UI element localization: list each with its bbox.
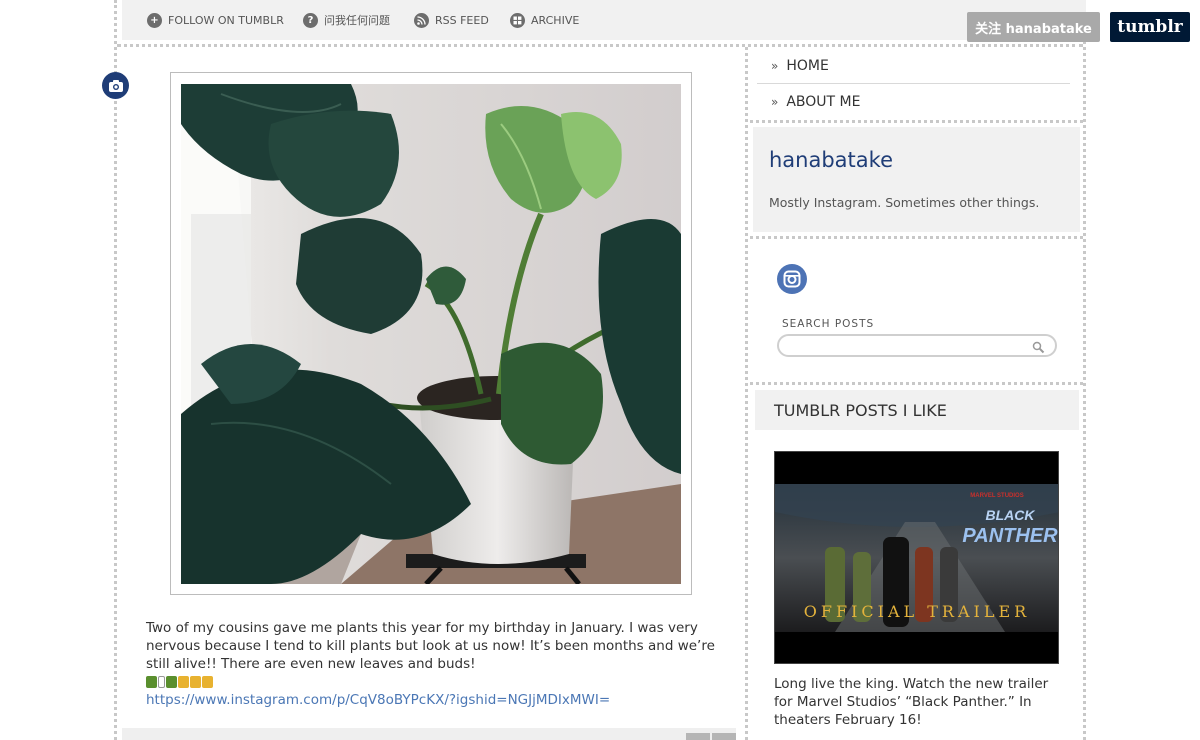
archive-link[interactable]: ARCHIVE bbox=[510, 12, 579, 28]
search-icon[interactable] bbox=[1032, 339, 1045, 358]
blog-info-panel bbox=[753, 127, 1080, 232]
crossed-fingers-emoji-icon bbox=[190, 676, 201, 688]
rss-icon bbox=[414, 12, 429, 28]
top-navigation: + FOLLOW ON TUMBLR ? 问我任何问题 RSS FEED ARC… bbox=[122, 0, 1086, 40]
sidebar-divider bbox=[750, 120, 1083, 123]
sidebar-item-about-me[interactable]: » ABOUT ME bbox=[757, 84, 1070, 120]
camera-icon[interactable] bbox=[102, 72, 129, 99]
instagram-post-link[interactable]: https://www.instagram.com/p/CqV8oBYPcKX/… bbox=[146, 692, 610, 708]
follow-blog-button[interactable]: 关注 hanabatake bbox=[967, 12, 1100, 42]
crossed-fingers-emoji-icon bbox=[178, 676, 189, 688]
ask-me-label: 问我任何问题 bbox=[324, 14, 390, 27]
ask-me-link[interactable]: ? 问我任何问题 bbox=[303, 12, 390, 28]
follow-on-tumblr-label: FOLLOW ON TUMBLR bbox=[168, 13, 284, 27]
plus-circle-icon: + bbox=[147, 12, 162, 28]
missing-glyph-icon bbox=[158, 676, 165, 688]
sidebar-divider bbox=[750, 236, 1083, 239]
crossed-fingers-emoji-icon bbox=[202, 676, 213, 688]
blog-title[interactable]: hanabatake bbox=[769, 148, 893, 172]
caption-text: Two of my cousins gave me plants this ye… bbox=[146, 620, 715, 672]
post-photo[interactable] bbox=[181, 84, 681, 584]
column-divider bbox=[745, 47, 748, 740]
post-caption: Two of my cousins gave me plants this ye… bbox=[146, 619, 721, 709]
search-input[interactable] bbox=[787, 337, 1027, 357]
archive-label: ARCHIVE bbox=[531, 13, 580, 27]
search-box bbox=[777, 334, 1057, 357]
liked-post-description: Long live the king. Watch the new traile… bbox=[774, 676, 1049, 728]
instagram-icon[interactable] bbox=[777, 264, 807, 294]
question-circle-icon: ? bbox=[303, 12, 318, 28]
photo-frame bbox=[170, 72, 692, 595]
double-chevron-right-icon: » bbox=[771, 58, 779, 73]
reblog-button[interactable] bbox=[686, 733, 710, 740]
like-button[interactable] bbox=[712, 733, 736, 740]
tumblr-logo-button[interactable]: tumblr bbox=[1110, 12, 1190, 42]
sidebar-item-label: ABOUT ME bbox=[786, 94, 861, 110]
emoji-row bbox=[146, 673, 721, 691]
sidebar-divider bbox=[750, 382, 1083, 385]
blog-description: Mostly Instagram. Sometimes other things… bbox=[769, 195, 1040, 210]
video-banner-text: OFFICIAL TRAILER bbox=[804, 602, 1030, 621]
video-title-line2: PANTHER bbox=[962, 525, 1058, 547]
marvel-studios-logo: MARVEL STUDIOS bbox=[970, 493, 1023, 499]
potted-plant-emoji-icon bbox=[166, 676, 177, 688]
rss-feed-link[interactable]: RSS FEED bbox=[414, 12, 489, 28]
double-chevron-right-icon: » bbox=[771, 95, 779, 109]
rss-feed-label: RSS FEED bbox=[435, 13, 489, 27]
sidebar-item-home[interactable]: » HOME bbox=[757, 48, 1070, 84]
search-posts-label: SEARCH POSTS bbox=[782, 318, 875, 330]
liked-posts-heading: TUMBLR POSTS I LIKE bbox=[755, 390, 1079, 430]
video-title-line1: BLACK bbox=[986, 507, 1036, 523]
sidebar-item-label: HOME bbox=[786, 57, 829, 74]
header-divider bbox=[117, 44, 1083, 47]
liked-video-thumbnail[interactable]: MARVEL STUDIOS BLACK PANTHER OFFICIAL TR… bbox=[774, 451, 1059, 664]
follow-on-tumblr-link[interactable]: + FOLLOW ON TUMBLR bbox=[147, 12, 284, 28]
archive-icon bbox=[510, 12, 525, 28]
potted-plant-emoji-icon bbox=[146, 676, 157, 688]
post-footer bbox=[122, 728, 736, 740]
